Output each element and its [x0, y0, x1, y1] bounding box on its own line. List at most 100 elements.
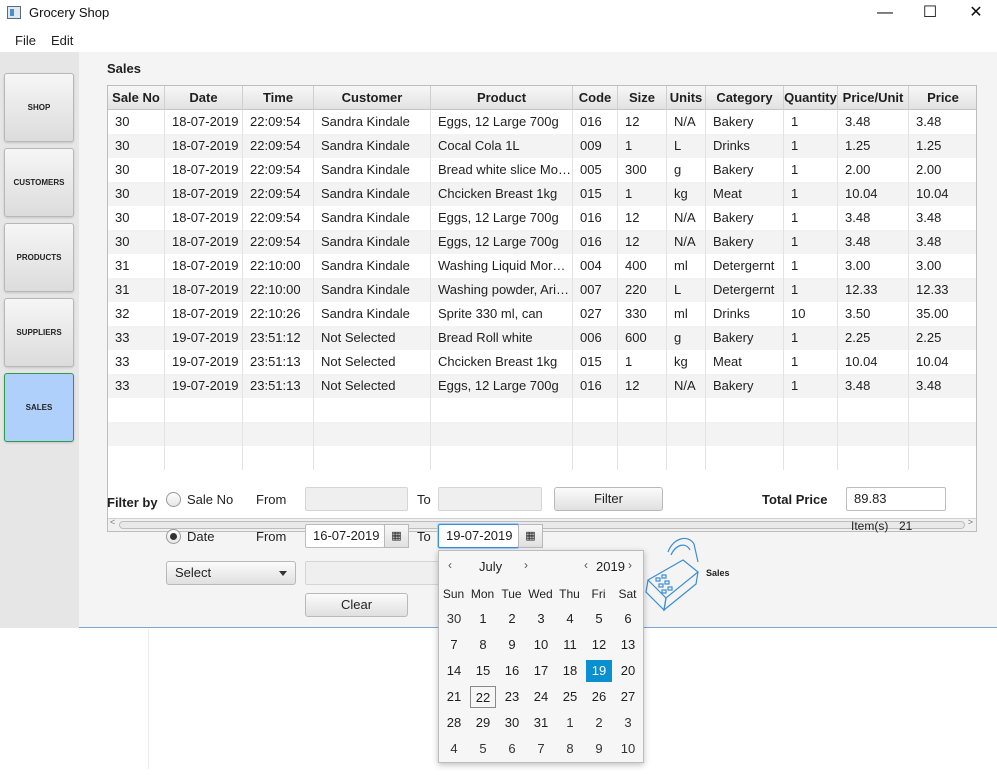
- calendar-day[interactable]: 6: [615, 608, 641, 630]
- calendar-day[interactable]: 11: [557, 634, 583, 656]
- sale-no-from-input[interactable]: [305, 487, 408, 511]
- clear-button[interactable]: Clear: [305, 593, 408, 617]
- calendar-day[interactable]: 12: [586, 634, 612, 656]
- calendar-day[interactable]: 6: [499, 738, 525, 760]
- calendar-day[interactable]: 8: [470, 634, 496, 656]
- date-from-calendar-icon[interactable]: ▦: [384, 524, 409, 548]
- column-header[interactable]: Category: [706, 86, 784, 110]
- calendar-day[interactable]: 30: [441, 608, 467, 630]
- table-row[interactable]: 30 18-07-2019 22:09:54 Sandra Kindale Bread …: [108, 158, 976, 182]
- table-row[interactable]: 30 18-07-2019 22:09:54 Sandra Kindale Chcick…: [108, 182, 976, 206]
- calendar-day[interactable]: 14: [441, 660, 467, 682]
- column-header[interactable]: Time: [243, 86, 314, 110]
- table-row[interactable]: 30 18-07-2019 22:09:54 Sandra Kindale Eggs, …: [108, 110, 976, 134]
- calendar-day[interactable]: 17: [528, 660, 554, 682]
- table-row[interactable]: 31 18-07-2019 22:10:00 Sandra Kindale Washin…: [108, 278, 976, 302]
- table-cell: 23:51:13: [243, 374, 314, 398]
- table-cell: [243, 398, 314, 422]
- filter-button[interactable]: Filter: [554, 487, 663, 511]
- calendar-day[interactable]: 2: [499, 608, 525, 630]
- calendar-day[interactable]: 7: [441, 634, 467, 656]
- scroll-right-icon[interactable]: >: [968, 517, 973, 527]
- column-header[interactable]: Quantity: [784, 86, 838, 110]
- nav-shop-button[interactable]: SHOP: [4, 73, 74, 142]
- calendar-day[interactable]: 2: [586, 712, 612, 734]
- calendar-day[interactable]: 10: [528, 634, 554, 656]
- next-year-icon[interactable]: ›: [628, 558, 632, 572]
- calendar-day[interactable]: 31: [528, 712, 554, 734]
- calendar-day[interactable]: 4: [557, 608, 583, 630]
- calendar-day[interactable]: 22: [470, 686, 496, 708]
- table-row[interactable]: 30 18-07-2019 22:09:54 Sandra Kindale Eggs, …: [108, 206, 976, 230]
- table-row[interactable]: 32 18-07-2019 22:10:26 Sandra Kindale Sprite…: [108, 302, 976, 326]
- scroll-left-icon[interactable]: <: [110, 517, 115, 527]
- nav-suppliers-button[interactable]: SUPPLIERS: [4, 298, 74, 367]
- category-value-input[interactable]: [305, 561, 445, 585]
- prev-year-icon[interactable]: ‹: [584, 558, 588, 572]
- close-button[interactable]: ✕: [953, 0, 997, 28]
- calendar-day[interactable]: 4: [441, 738, 467, 760]
- calendar-day[interactable]: 28: [441, 712, 467, 734]
- column-header[interactable]: Price: [909, 86, 976, 110]
- menu-edit[interactable]: Edit: [51, 33, 73, 48]
- calendar-day[interactable]: 19: [586, 660, 612, 682]
- table-row[interactable]: 33 19-07-2019 23:51:12 Not Selected Bread Ro…: [108, 326, 976, 350]
- column-header[interactable]: Code: [573, 86, 618, 110]
- table-row[interactable]: 33 19-07-2019 23:51:13 Not Selected Eggs, 12…: [108, 374, 976, 398]
- date-radio[interactable]: [166, 529, 181, 544]
- table-row[interactable]: [108, 398, 976, 422]
- column-header[interactable]: Date: [165, 86, 243, 110]
- minimize-button[interactable]: —: [862, 0, 908, 28]
- calendar-day[interactable]: 9: [586, 738, 612, 760]
- column-header[interactable]: Price/Unit: [838, 86, 909, 110]
- maximize-button[interactable]: ☐: [907, 0, 953, 28]
- calendar-day[interactable]: 27: [615, 686, 641, 708]
- calendar-day[interactable]: 8: [557, 738, 583, 760]
- sale-no-radio[interactable]: [166, 492, 181, 507]
- table-row[interactable]: 33 19-07-2019 23:51:13 Not Selected Chcicken…: [108, 350, 976, 374]
- calendar-day[interactable]: 18: [557, 660, 583, 682]
- calendar-day[interactable]: 3: [528, 608, 554, 630]
- calendar-day[interactable]: 21: [441, 686, 467, 708]
- category-select[interactable]: Select: [166, 561, 296, 585]
- calendar-day[interactable]: 30: [499, 712, 525, 734]
- prev-month-icon[interactable]: ‹: [448, 558, 452, 572]
- sale-no-to-input[interactable]: [438, 487, 542, 511]
- calendar-day[interactable]: 3: [615, 712, 641, 734]
- calendar-day[interactable]: 5: [586, 608, 612, 630]
- date-to-calendar-icon[interactable]: ▦: [518, 524, 543, 548]
- table-row[interactable]: 30 18-07-2019 22:09:54 Sandra Kindale Cocal …: [108, 134, 976, 158]
- table-row[interactable]: 30 18-07-2019 22:09:54 Sandra Kindale Eggs, …: [108, 230, 976, 254]
- column-header[interactable]: Customer: [314, 86, 431, 110]
- calendar-day[interactable]: 15: [470, 660, 496, 682]
- column-header[interactable]: Size: [618, 86, 667, 110]
- calendar-day[interactable]: 9: [499, 634, 525, 656]
- calendar-day[interactable]: 24: [528, 686, 554, 708]
- table-row[interactable]: [108, 446, 976, 470]
- calendar-day[interactable]: 16: [499, 660, 525, 682]
- nav-products-button[interactable]: PRODUCTS: [4, 223, 74, 292]
- column-header[interactable]: Units: [667, 86, 706, 110]
- next-month-icon[interactable]: ›: [524, 558, 528, 572]
- calendar-day[interactable]: 23: [499, 686, 525, 708]
- calendar-day[interactable]: 13: [615, 634, 641, 656]
- calendar-day[interactable]: 1: [557, 712, 583, 734]
- nav-sales-button[interactable]: SALES: [4, 373, 74, 442]
- table-cell: 22:09:54: [243, 182, 314, 206]
- calendar-day[interactable]: 29: [470, 712, 496, 734]
- calendar-day[interactable]: 20: [615, 660, 641, 682]
- table-row[interactable]: 31 18-07-2019 22:10:00 Sandra Kindale Washin…: [108, 254, 976, 278]
- calendar-day[interactable]: 10: [615, 738, 641, 760]
- calendar-day[interactable]: 5: [470, 738, 496, 760]
- calendar-day[interactable]: 26: [586, 686, 612, 708]
- column-header[interactable]: Sale No: [108, 86, 165, 110]
- date-from-input[interactable]: 16-07-2019: [305, 524, 385, 548]
- table-row[interactable]: [108, 422, 976, 446]
- calendar-day[interactable]: 7: [528, 738, 554, 760]
- calendar-day[interactable]: 1: [470, 608, 496, 630]
- calendar-day[interactable]: 25: [557, 686, 583, 708]
- menu-file[interactable]: File: [15, 33, 36, 48]
- nav-customers-button[interactable]: CUSTOMERS: [4, 148, 74, 217]
- date-to-input[interactable]: 19-07-2019: [438, 524, 519, 548]
- column-header[interactable]: Product: [431, 86, 573, 110]
